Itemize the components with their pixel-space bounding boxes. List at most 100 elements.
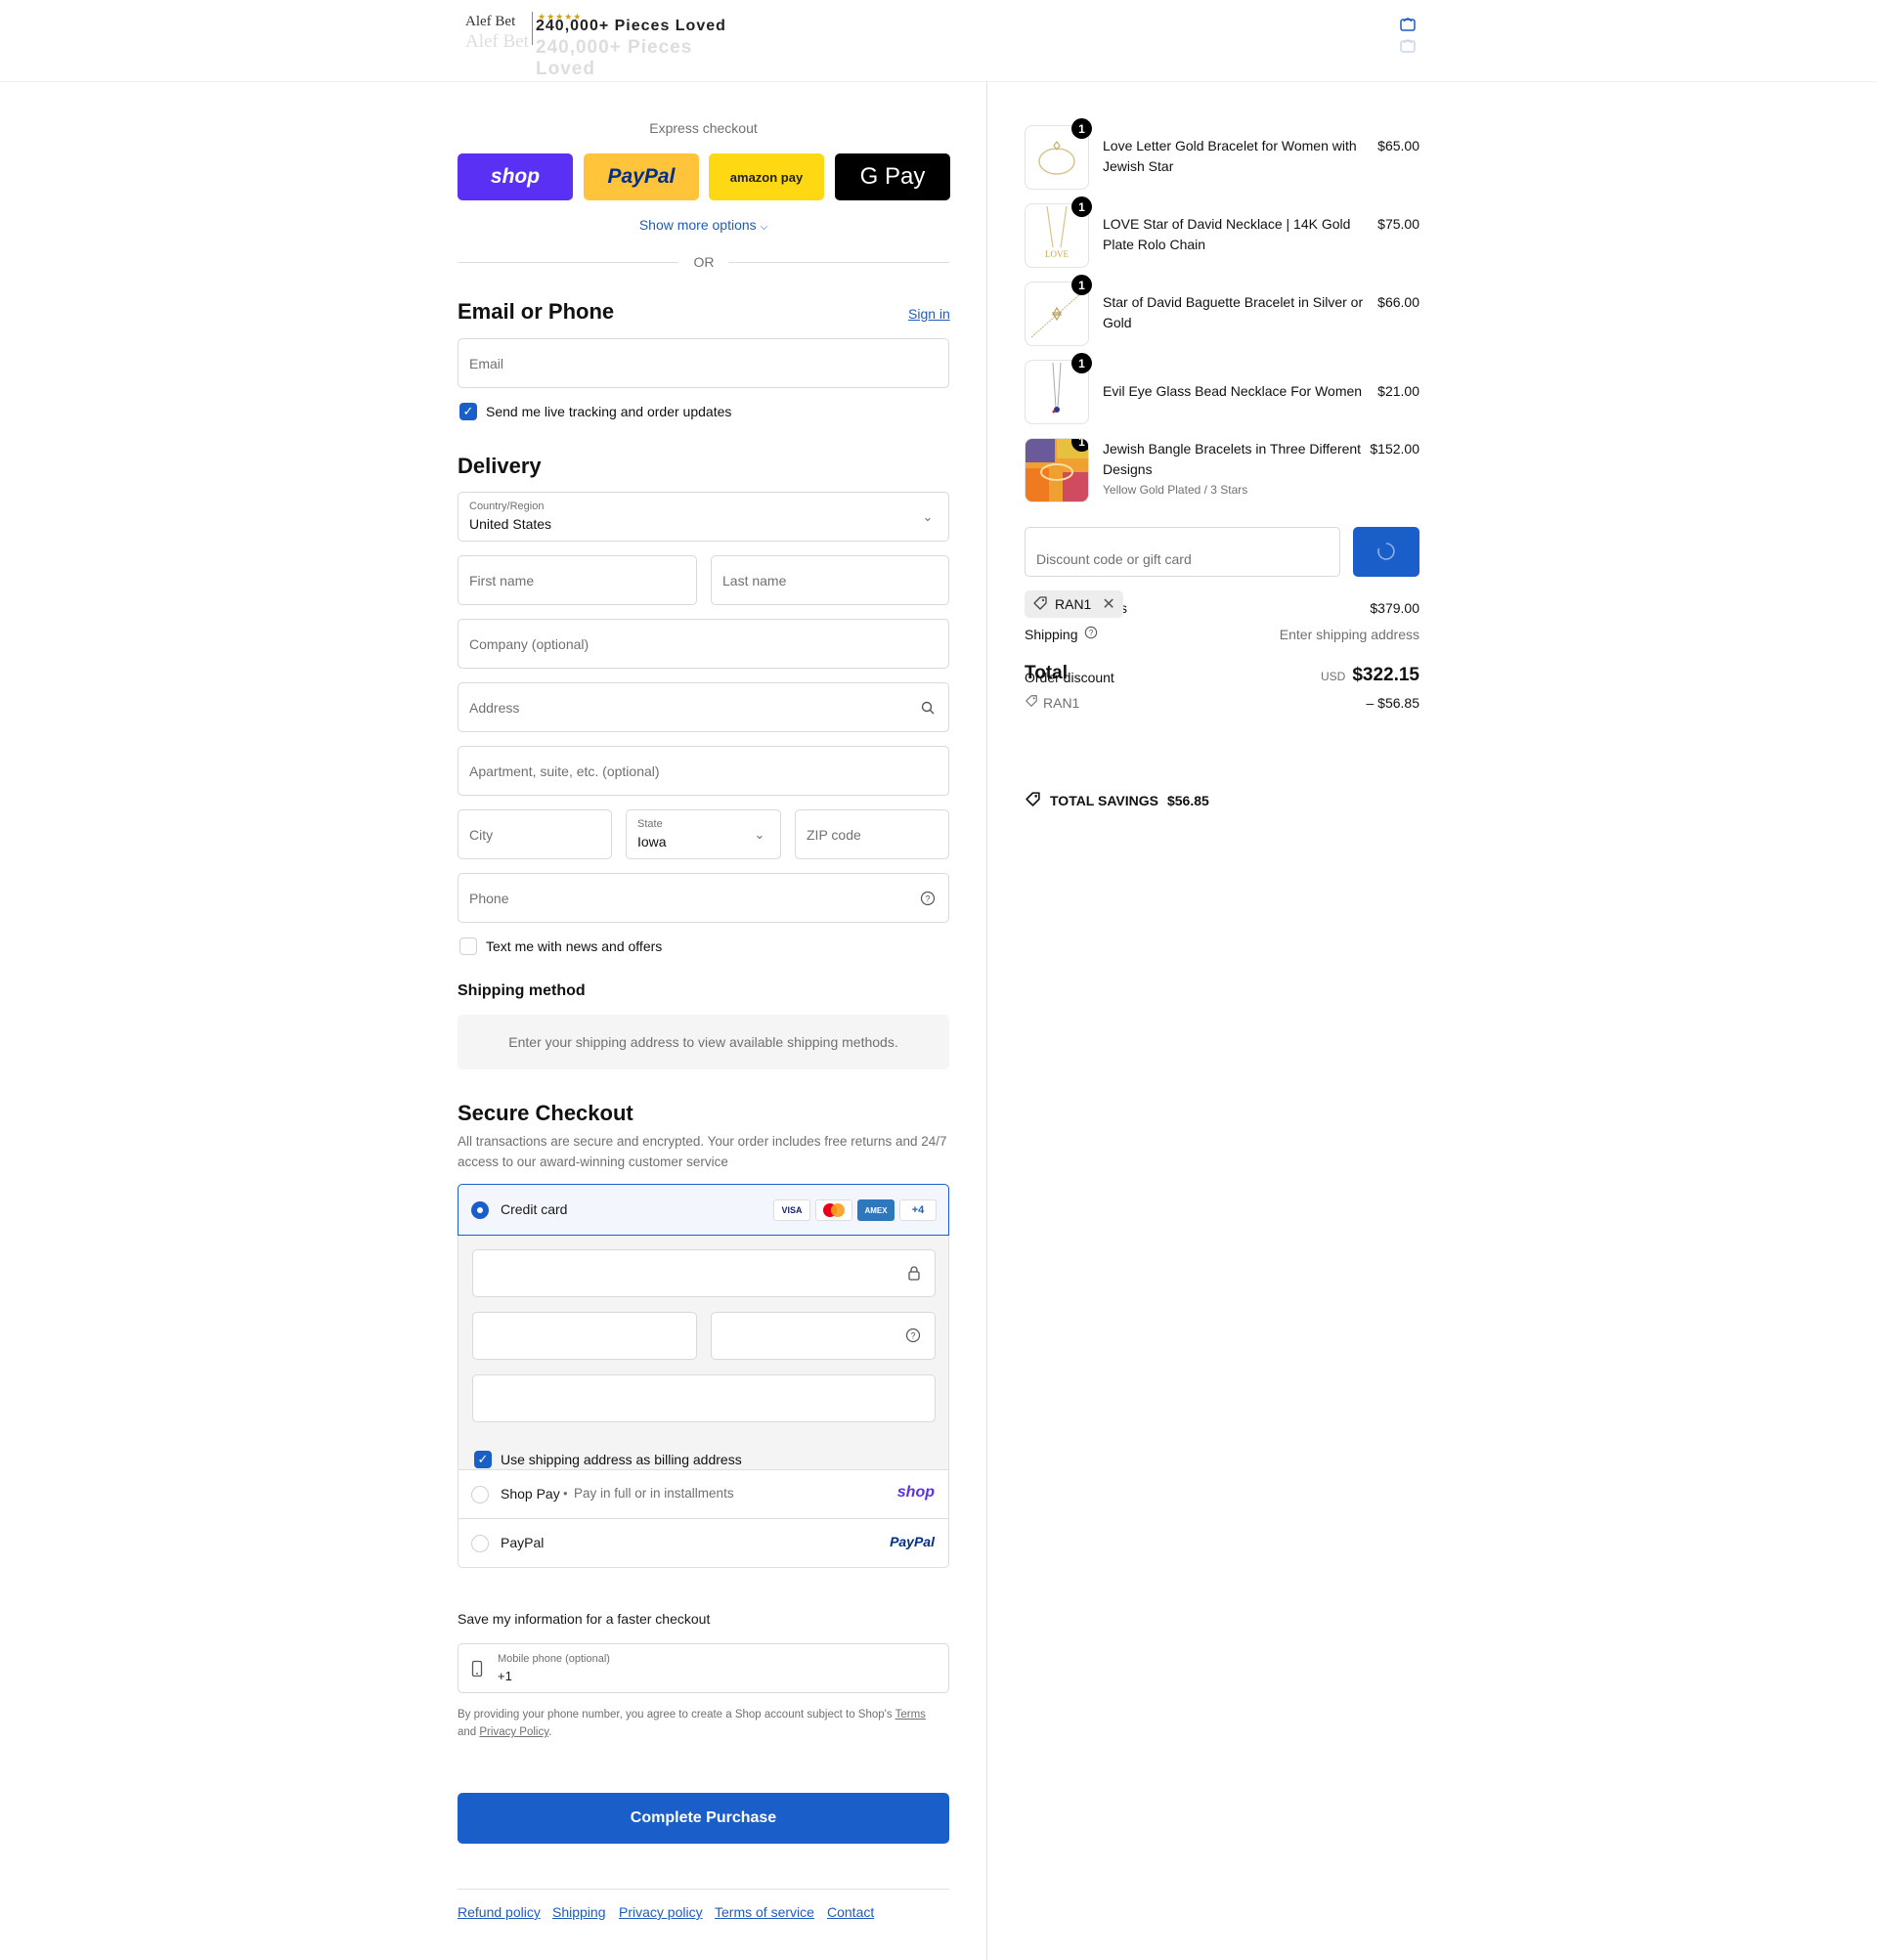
footer-divider	[458, 1889, 949, 1890]
paypal-radio[interactable]	[471, 1535, 489, 1552]
product-name: Jewish Bangle Bracelets in Three Differe…	[1103, 441, 1362, 477]
shipping-method-info: Enter your shipping address to view avai…	[458, 1015, 949, 1069]
shop-pay-subtext: Pay in full or in installments	[574, 1486, 734, 1501]
amex-icon: AMEX	[857, 1199, 895, 1221]
or-divider-left	[458, 262, 678, 263]
credit-card-form: ? ✓ Use shipping address as billing addr…	[458, 1236, 948, 1470]
billing-address-checkbox[interactable]: ✓	[474, 1451, 492, 1468]
amazon-pay-logo: amazon pay	[729, 169, 804, 185]
product-name: LOVE Star of David Necklace | 14K Gold P…	[1103, 216, 1351, 252]
payment-methods: Credit card VISA AMEX +4 ? ✓ Use shippin…	[458, 1184, 949, 1568]
store-logo[interactable]: Alef Bet Alef Bet ★★★★★ 240,000+ Pieces …	[465, 10, 749, 79]
lock-icon	[907, 1265, 921, 1285]
mobile-phone-field[interactable]: Mobile phone (optional) +1	[458, 1643, 949, 1693]
paypal-button[interactable]: PayPal	[584, 153, 699, 200]
address-field[interactable]: Address	[458, 682, 949, 732]
amazon-pay-button[interactable]: amazon pay	[709, 153, 824, 200]
tag-icon	[1025, 694, 1038, 711]
sign-in-link[interactable]: Sign in	[908, 306, 950, 322]
complete-purchase-button[interactable]: Complete Purchase	[458, 1793, 949, 1844]
loading-spinner-icon	[1377, 543, 1395, 560]
shipping-policy-link[interactable]: Shipping	[552, 1904, 606, 1920]
first-name-placeholder: First name	[469, 573, 535, 588]
card-number-field[interactable]	[472, 1249, 936, 1297]
zip-field[interactable]: ZIP code	[795, 809, 949, 859]
company-field[interactable]: Company (optional)	[458, 619, 949, 669]
quantity-badge: 1	[1071, 353, 1092, 373]
total-value-row: USD $322.15	[1321, 665, 1419, 686]
city-field[interactable]: City	[458, 809, 612, 859]
terms-of-service-link[interactable]: Terms of service	[715, 1904, 814, 1920]
show-more-label: Show more options	[638, 217, 757, 233]
remove-discount-icon[interactable]: ✕	[1102, 594, 1114, 614]
logo-divider	[532, 12, 533, 45]
quantity-badge: 1	[1071, 196, 1092, 217]
shop-pay-option[interactable]: Shop Pay • Pay in full or in installment…	[458, 1470, 948, 1519]
privacy-policy-footer-link[interactable]: Privacy policy	[619, 1904, 703, 1920]
shop-pay-logo: shop	[490, 165, 541, 188]
payment-description: All transactions are secure and encrypte…	[458, 1134, 947, 1169]
paypal-option[interactable]: PayPal PayPal	[458, 1519, 948, 1568]
security-code-field[interactable]: ?	[711, 1312, 936, 1360]
tagline-shadow: 240,000+ Pieces Loved	[536, 37, 693, 79]
shipping-method-heading: Shipping method	[458, 982, 586, 999]
contact-heading: Email or Phone	[458, 299, 615, 324]
name-on-card-field[interactable]	[472, 1374, 936, 1422]
bullet-separator: •	[563, 1486, 568, 1501]
product-variant: Yellow Gold Plated / 3 Stars	[1103, 483, 1248, 497]
email-field[interactable]: Email	[458, 338, 949, 388]
total-savings-row: TOTAL SAVINGS $56.85	[1025, 791, 1209, 810]
country-select[interactable]: Country/Region United States ⌄	[458, 492, 949, 542]
total-savings-label: TOTAL SAVINGS	[1050, 793, 1158, 808]
state-label: State	[637, 818, 663, 830]
refund-policy-link[interactable]: Refund policy	[458, 1904, 541, 1920]
paypal-logo: PayPal	[890, 1534, 935, 1549]
first-name-field[interactable]: First name	[458, 555, 697, 605]
shopping-bag-icon[interactable]	[1398, 14, 1418, 53]
order-summary-panel	[987, 82, 1877, 1960]
product-name: Evil Eye Glass Bead Necklace For Women	[1103, 383, 1363, 399]
paypal-logo: PayPal	[607, 165, 676, 188]
svg-text:?: ?	[1088, 629, 1093, 637]
google-pay-button[interactable]: G Pay	[835, 153, 950, 200]
state-value: Iowa	[637, 834, 667, 849]
currency-code: USD	[1320, 670, 1346, 683]
google-pay-logo: G Pay	[859, 163, 926, 190]
credit-card-radio[interactable]	[471, 1201, 489, 1219]
apply-discount-button[interactable]	[1353, 527, 1419, 577]
shop-pay-button[interactable]: shop	[458, 153, 573, 200]
city-placeholder: City	[469, 827, 494, 843]
quantity-badge: 1	[1071, 118, 1092, 139]
apartment-field[interactable]: Apartment, suite, etc. (optional)	[458, 746, 949, 796]
discount-row: RAN1	[1025, 694, 1079, 711]
help-circle-icon[interactable]: ?	[1084, 626, 1098, 642]
contact-link[interactable]: Contact	[827, 1904, 874, 1920]
terms-link[interactable]: Terms	[895, 1709, 926, 1720]
product-price: $65.00	[1377, 138, 1419, 153]
tag-icon	[1032, 595, 1048, 614]
credit-card-option[interactable]: Credit card VISA AMEX +4	[458, 1184, 949, 1236]
product-price: $21.00	[1377, 383, 1419, 399]
help-circle-icon[interactable]: ?	[919, 890, 937, 907]
privacy-policy-link[interactable]: Privacy Policy	[479, 1726, 548, 1738]
discount-code-placeholder: Discount code or gift card	[1036, 551, 1192, 567]
product-thumbnail: LOVE 1	[1025, 196, 1092, 268]
more-cards-badge: +4	[899, 1199, 937, 1221]
payment-heading: Secure Checkout	[458, 1101, 633, 1125]
shop-pay-radio[interactable]	[471, 1486, 489, 1503]
shipping-row-label: Shipping ?	[1025, 626, 1098, 642]
show-more-options-link[interactable]: Show more options ⌵	[458, 217, 949, 233]
sms-checkbox[interactable]	[459, 937, 477, 955]
state-select[interactable]: State Iowa ⌄	[626, 809, 781, 859]
tracking-checkbox[interactable]: ✓	[459, 403, 477, 420]
discount-code-field[interactable]: Discount code or gift card	[1025, 527, 1340, 577]
expiration-field[interactable]	[472, 1312, 697, 1360]
apartment-placeholder: Apartment, suite, etc. (optional)	[469, 763, 660, 779]
product-thumbnail: 1	[1025, 275, 1092, 346]
help-circle-icon[interactable]: ?	[905, 1328, 921, 1347]
visa-icon: VISA	[773, 1199, 810, 1221]
last-name-field[interactable]: Last name	[711, 555, 949, 605]
or-divider-text: OR	[693, 254, 715, 270]
total-value: $322.15	[1352, 665, 1419, 685]
phone-field[interactable]: Phone ?	[458, 873, 949, 923]
